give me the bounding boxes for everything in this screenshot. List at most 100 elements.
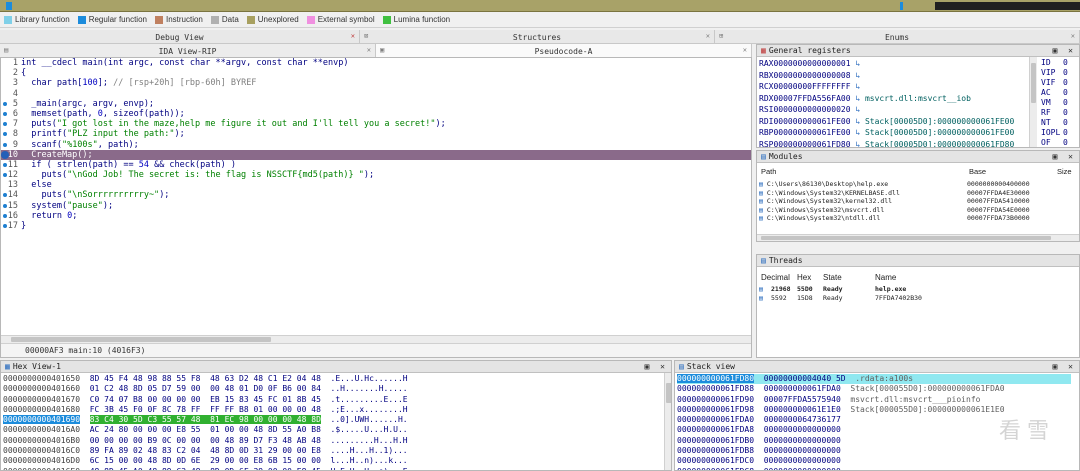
module-row[interactable]: ▤ C:\Windows\System32\msvcrt.dll 00007FFD… <box>759 206 1079 215</box>
flag-row[interactable]: RF 0 <box>1041 108 1068 118</box>
stack-ref[interactable]: Stack[000055D0]:000000000061FDA0 <box>850 384 1004 393</box>
thread-row[interactable]: ▤ 5592 15D8 Ready 7FFDA7402B30 <box>759 294 1079 303</box>
stack-row[interactable]: 000000000061FD80 00000000004040 5D .rdat… <box>677 374 1071 385</box>
flag-value[interactable]: 0 <box>1063 78 1068 87</box>
navigation-band[interactable] <box>0 0 1080 12</box>
flag-row[interactable]: AC 0 <box>1041 88 1068 98</box>
register-value[interactable]: 000000000061FE00 <box>773 117 850 126</box>
pseudocode-text[interactable]: 1 int __cdecl main(int argc, const char *… <box>1 58 751 231</box>
register-row[interactable]: RDI000000000061FE00 ↳ Stack[00005D0]:000… <box>759 116 1029 128</box>
code-line[interactable]: 17} <box>1 221 751 231</box>
modules-pane[interactable]: ▤ Modules ▣ ✕ Path Base Size ▤ C:\Users\… <box>756 150 1080 242</box>
pane-controls[interactable]: ▣ ✕ <box>1053 46 1076 55</box>
jump-icon[interactable]: ↳ <box>851 128 865 137</box>
flag-row[interactable]: ID 0 <box>1041 58 1068 68</box>
hex-row[interactable]: 0000000000401670 C0 74 07 B8 00 00 00 00… <box>3 395 663 405</box>
register-row[interactable]: RSP000000000061FD80 ↳ Stack[00005D0]:000… <box>759 139 1029 148</box>
jump-icon[interactable]: ↳ <box>851 59 865 68</box>
col-base[interactable]: Base <box>969 167 986 176</box>
register-value[interactable]: 00000000FFFFFFFF <box>773 82 850 91</box>
code-line[interactable]: 10 CreateMap(); <box>1 149 751 160</box>
horizontal-scrollbar[interactable] <box>1 335 751 343</box>
scroll-thumb[interactable] <box>761 236 1051 240</box>
col-size[interactable]: Size <box>1057 167 1072 176</box>
flag-row[interactable]: VM 0 <box>1041 98 1068 108</box>
close-icon[interactable]: ✕ <box>1071 32 1075 40</box>
pane-controls[interactable]: ▣ ✕ <box>1053 362 1076 371</box>
register-row[interactable]: RCX00000000FFFFFFFF ↳ <box>759 81 1029 93</box>
stack-view-pane[interactable]: ▤ Stack view ▣ ✕ 000000000061FD80 000000… <box>674 360 1080 471</box>
stack-ref[interactable]: msvcrt.dll:msvcrt___pioinfo <box>850 395 980 404</box>
hex-row[interactable]: 0000000000401660 01 C2 48 8D 05 D7 59 00… <box>3 384 663 394</box>
code-line[interactable]: 15 system("pause"); <box>1 201 751 211</box>
stack-row[interactable]: 000000000061FDB8 0000000000000000 <box>677 446 1071 456</box>
flag-value[interactable]: 0 <box>1063 68 1068 77</box>
tab-ida-view[interactable]: ▤ IDA View-RIP ✕ <box>0 44 376 58</box>
flag-row[interactable]: IOPL 0 <box>1041 128 1068 138</box>
col-state[interactable]: State <box>823 273 842 282</box>
flag-value[interactable]: 0 <box>1063 128 1068 137</box>
hex-row[interactable]: 0000000000401690 83 C4 30 5D C3 55 57 48… <box>3 415 663 425</box>
hex-row[interactable]: 00000000004016D0 6C 15 00 00 48 8D 0D 6E… <box>3 456 663 466</box>
register-value[interactable]: 0000000000000008 <box>773 71 850 80</box>
hex-row[interactable]: 0000000000401650 8D 45 F4 48 98 88 55 F8… <box>3 374 663 384</box>
close-icon[interactable]: ✕ <box>367 46 371 54</box>
col-path[interactable]: Path <box>761 167 776 176</box>
register-ref[interactable]: Stack[00005D0]:000000000061FD80 <box>865 140 1014 148</box>
horizontal-scrollbar[interactable] <box>757 234 1079 241</box>
code-line[interactable]: 9 scanf("%100s", path); <box>1 140 751 150</box>
code-line[interactable]: 11 if ( strlen(path) == 54 && check(path… <box>1 160 751 170</box>
thread-row[interactable]: ▤ 21968 55D0 Ready help.exe <box>759 285 1079 294</box>
hex-view-pane[interactable]: ▦ Hex View-1 ▣ ✕ 0000000000401650 8D 45 … <box>0 360 672 471</box>
module-row[interactable]: ▤ C:\Windows\System32\kernel32.dll 00007F… <box>759 197 1079 206</box>
code-line[interactable]: 8 printf("PLZ input the path:"); <box>1 129 751 139</box>
register-list[interactable]: RAX0000000000000001 ↳ RBX000000000000000… <box>759 58 1029 148</box>
thread-list[interactable]: ▤ 21968 55D0 Ready help.exe ▤ 5592 15D8 Ready 7FF… <box>759 285 1079 303</box>
jump-icon[interactable]: ↳ <box>851 82 865 91</box>
registers-pane[interactable]: ▦ General registers ▣ ✕ RAX0000000000000… <box>756 44 1080 148</box>
flag-row[interactable]: OF 0 <box>1041 138 1068 147</box>
stack-ref[interactable]: Stack[000055D0]:000000000061E1E0 <box>850 405 1004 414</box>
module-row[interactable]: ▤ C:\Windows\System32\ntdll.dll 00007FFDA… <box>759 214 1079 223</box>
pseudocode-pane[interactable]: 1 int __cdecl main(int argc, const char *… <box>0 57 752 358</box>
code-line[interactable]: 4 <box>1 89 751 99</box>
module-row[interactable]: ▤ C:\Windows\System32\KERNELBASE.dll 0000… <box>759 189 1079 198</box>
hex-row[interactable]: 0000000000401680 FC 3B 45 F0 0F 8C 78 FF… <box>3 405 663 415</box>
register-row[interactable]: RDX00007FFDA556FA00 ↳ msvcrt.dll:msvcrt_… <box>759 93 1029 105</box>
jump-icon[interactable]: ↳ <box>851 140 865 148</box>
jump-icon[interactable]: ↳ <box>851 94 865 103</box>
flag-row[interactable]: VIF 0 <box>1041 78 1068 88</box>
flag-value[interactable]: 0 <box>1063 138 1068 147</box>
code-line[interactable]: 2{ <box>1 68 751 78</box>
register-ref[interactable]: Stack[00005D0]:000000000061FE00 <box>865 128 1014 137</box>
code-line[interactable]: 3 char path[100]; // [rsp+20h] [rbp-60h]… <box>1 78 751 88</box>
register-value[interactable]: 000000000061FE00 <box>773 128 850 137</box>
stack-row[interactable]: 000000000061FD90 00007FFDA5575940 msvcrt… <box>677 395 1071 405</box>
flag-value[interactable]: 0 <box>1063 108 1068 117</box>
flag-row[interactable]: VIP 0 <box>1041 68 1068 78</box>
jump-icon[interactable]: ↳ <box>851 105 865 114</box>
hex-row[interactable]: 00000000004016E0 48 8D 45 A0 48 89 C2 48… <box>3 467 663 470</box>
col-decimal[interactable]: Decimal <box>761 273 790 282</box>
register-value[interactable]: 00007FFDA556FA00 <box>773 94 850 103</box>
register-row[interactable]: RBP000000000061FE00 ↳ Stack[00005D0]:000… <box>759 127 1029 139</box>
register-value[interactable]: 0000000000000001 <box>773 59 850 68</box>
scroll-thumb[interactable] <box>1031 63 1036 103</box>
scroll-thumb[interactable] <box>11 337 271 342</box>
code-line[interactable]: 16 return 0; <box>1 211 751 221</box>
hex-row[interactable]: 00000000004016C0 89 FA 89 02 48 83 C2 04… <box>3 446 663 456</box>
register-value[interactable]: 000000000061FD80 <box>773 140 850 148</box>
stack-row[interactable]: 000000000061FDC8 0000000000000000 <box>677 467 1071 470</box>
code-line[interactable]: 1 int __cdecl main(int argc, const char *… <box>1 58 751 68</box>
tab-debug-view[interactable]: Debug View ✕ <box>0 30 360 44</box>
module-list[interactable]: ▤ C:\Users\86130\Desktop\help.exe 0000000… <box>759 180 1079 223</box>
code-line[interactable]: 12 puts("\nGod Job! The secret is: the f… <box>1 170 751 180</box>
register-value[interactable]: 0000000000000020 <box>773 105 850 114</box>
close-icon[interactable]: ✕ <box>351 32 355 40</box>
threads-pane[interactable]: ▤ Threads Decimal Hex State Name ▤ 21968 5… <box>756 254 1080 358</box>
code-line[interactable]: 13 else <box>1 180 751 190</box>
code-line[interactable]: 14 puts("\nSorrrrrrrrrry~"); <box>1 190 751 200</box>
flag-value[interactable]: 0 <box>1063 98 1068 107</box>
stack-row[interactable]: 000000000061FDC0 0000000000000000 <box>677 456 1071 466</box>
flag-value[interactable]: 0 <box>1063 88 1068 97</box>
